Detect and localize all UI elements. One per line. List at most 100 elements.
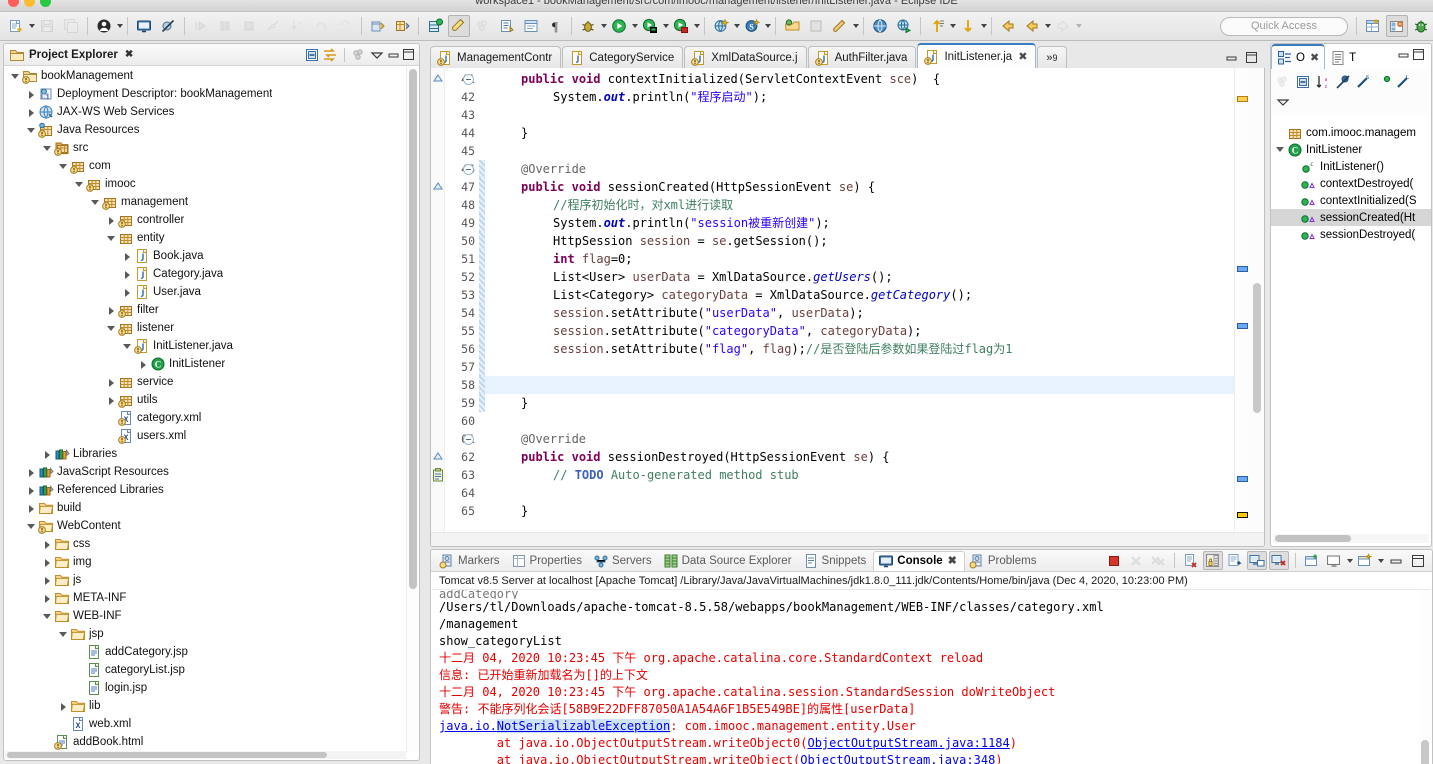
overview-ruler-marker[interactable] — [1237, 96, 1248, 102]
open-console-button[interactable] — [1355, 551, 1375, 570]
chevron-down-icon[interactable] — [601, 24, 607, 28]
chevron-down-icon[interactable] — [950, 24, 956, 28]
tree-item[interactable]: 3.1 Deployment Descriptor: bookManagement — [4, 85, 406, 103]
display-selected-console-button[interactable] — [1324, 551, 1344, 570]
outline-item[interactable]: sessionCreated(Ht — [1271, 209, 1431, 226]
tree-item[interactable]: JavaScript Resources — [4, 463, 406, 481]
outline-item[interactable]: com.imooc.managem — [1271, 124, 1431, 141]
open-task-button[interactable] — [496, 15, 518, 37]
tree-item[interactable]: addBook.html — [4, 733, 406, 751]
editor-tab-bar[interactable]: ManagementContr CategoryService XmlDataSou… — [430, 43, 1265, 69]
editor-annotation-ruler[interactable] — [431, 68, 445, 532]
tree-item[interactable]: bookManagement — [4, 67, 406, 85]
terminate-console-button[interactable] — [1104, 551, 1124, 570]
outline-item[interactable]: contextDestroyed( — [1271, 175, 1431, 192]
chevron-down-icon[interactable] — [26, 125, 37, 136]
editor-tab[interactable]: XmlDataSource.j — [684, 46, 807, 69]
tree-item[interactable]: InitListener.java — [4, 337, 406, 355]
chevron-right-icon[interactable] — [42, 449, 53, 460]
chevron-down-icon[interactable] — [26, 521, 37, 532]
back-button[interactable] — [997, 15, 1019, 37]
tree-item[interactable]: User.java — [4, 283, 406, 301]
search-button[interactable] — [829, 15, 851, 37]
maximize-console-button[interactable] — [1408, 551, 1428, 570]
console-tab[interactable]: Data Source Explorer — [659, 551, 799, 571]
chevron-down-icon[interactable] — [765, 24, 771, 28]
chevron-down-icon[interactable] — [853, 24, 859, 28]
editor-overview-ruler[interactable] — [1234, 68, 1250, 532]
scrollbar-thumb[interactable] — [409, 69, 417, 589]
console-vertical-scrollbar[interactable] — [1419, 590, 1431, 764]
chevron-down-icon[interactable] — [106, 233, 117, 244]
chevron-down-icon[interactable] — [117, 24, 123, 28]
tree-item[interactable]: service — [4, 373, 406, 391]
chevron-right-icon[interactable] — [26, 485, 37, 496]
editor-tab[interactable]: AuthFilter.java — [807, 46, 917, 69]
chevron-right-icon[interactable] — [122, 287, 133, 298]
maximize-icon[interactable] — [1245, 51, 1258, 64]
chevron-down-icon[interactable] — [1378, 558, 1384, 563]
chevron-right-icon[interactable] — [42, 593, 53, 604]
run-button[interactable] — [608, 15, 630, 37]
tree-item[interactable]: utils — [4, 391, 406, 409]
console-tab[interactable]: Problems — [965, 551, 1044, 571]
tree-item[interactable]: login.jsp — [4, 679, 406, 697]
editor-tab[interactable]: CategoryService — [562, 46, 684, 69]
chevron-down-icon[interactable] — [369, 47, 385, 63]
chevron-right-icon[interactable] — [26, 467, 37, 478]
tree-item[interactable]: C InitListener — [4, 355, 406, 373]
overview-ruler-marker[interactable] — [1237, 512, 1248, 518]
tree-item[interactable]: categoryList.jsp — [4, 661, 406, 679]
outline-item[interactable]: contextInitialized(S — [1271, 192, 1431, 209]
tree-item[interactable]: Java Resources — [4, 121, 406, 139]
chevron-down-icon[interactable] — [42, 143, 53, 154]
stacktrace-link[interactable]: java.io. — [439, 719, 497, 733]
tree-item[interactable]: Book.java — [4, 247, 406, 265]
show-console-on-error-button[interactable] — [1269, 551, 1289, 570]
tree-item[interactable]: META-INF — [4, 589, 406, 607]
maximize-icon[interactable] — [402, 48, 415, 61]
chevron-right-icon[interactable] — [26, 503, 37, 514]
project-tree[interactable]: bookManagement 3.1 Deployment Descriptor: … — [4, 67, 406, 752]
view-menu-button[interactable] — [1273, 93, 1292, 112]
outline-item[interactable]: C InitListener — [1271, 141, 1431, 158]
chevron-right-icon[interactable] — [42, 575, 53, 586]
chevron-down-icon[interactable] — [122, 341, 133, 352]
tree-item[interactable]: css — [4, 535, 406, 553]
view-menu-icon[interactable] — [351, 47, 367, 63]
close-icon[interactable]: ✖ — [1018, 50, 1027, 63]
code-text-area[interactable]: public void contextInitialized(ServletCo… — [485, 68, 1234, 532]
console-tab[interactable]: Console ✖ — [873, 550, 965, 571]
scrollbar-thumb[interactable] — [1421, 740, 1429, 764]
tree-item[interactable]: src — [4, 139, 406, 157]
tree-item[interactable]: js — [4, 571, 406, 589]
chevron-right-icon[interactable] — [26, 107, 37, 118]
fold-collapse-icon[interactable] — [463, 434, 474, 445]
chevron-right-icon[interactable] — [58, 701, 69, 712]
chevron-down-icon[interactable] — [58, 161, 69, 172]
tree-item[interactable]: Xcategory.xml — [4, 409, 406, 427]
run-on-server-button[interactable] — [639, 15, 661, 37]
chevron-down-icon[interactable] — [1347, 558, 1353, 563]
new-java-package-button[interactable] — [391, 15, 413, 37]
hide-local-types-button[interactable]: L — [1393, 72, 1412, 91]
clear-console-button[interactable] — [1181, 551, 1201, 570]
chevron-right-icon[interactable] — [122, 269, 133, 280]
scrollbar-thumb[interactable] — [1275, 535, 1351, 542]
chevron-right-icon[interactable] — [42, 539, 53, 550]
debug-perspective-button[interactable] — [1410, 15, 1432, 37]
minimize-icon[interactable] — [1225, 51, 1238, 64]
tree-item[interactable]: lib — [4, 697, 406, 715]
chevron-down-icon[interactable] — [1275, 144, 1286, 155]
chevron-down-icon[interactable] — [42, 611, 53, 622]
chevron-down-icon[interactable] — [29, 24, 35, 28]
back-history-button[interactable] — [1021, 15, 1043, 37]
pin-console-button[interactable] — [1302, 551, 1322, 570]
project-explorer-hscrollbar[interactable] — [5, 751, 406, 759]
overview-ruler-marker[interactable] — [1237, 476, 1248, 482]
chevron-down-icon[interactable] — [663, 24, 669, 28]
tree-item[interactable]: Libraries — [4, 445, 406, 463]
outline-actions[interactable] — [1397, 48, 1429, 61]
chevron-right-icon[interactable] — [42, 557, 53, 568]
collapse-all-icon[interactable] — [304, 47, 320, 63]
